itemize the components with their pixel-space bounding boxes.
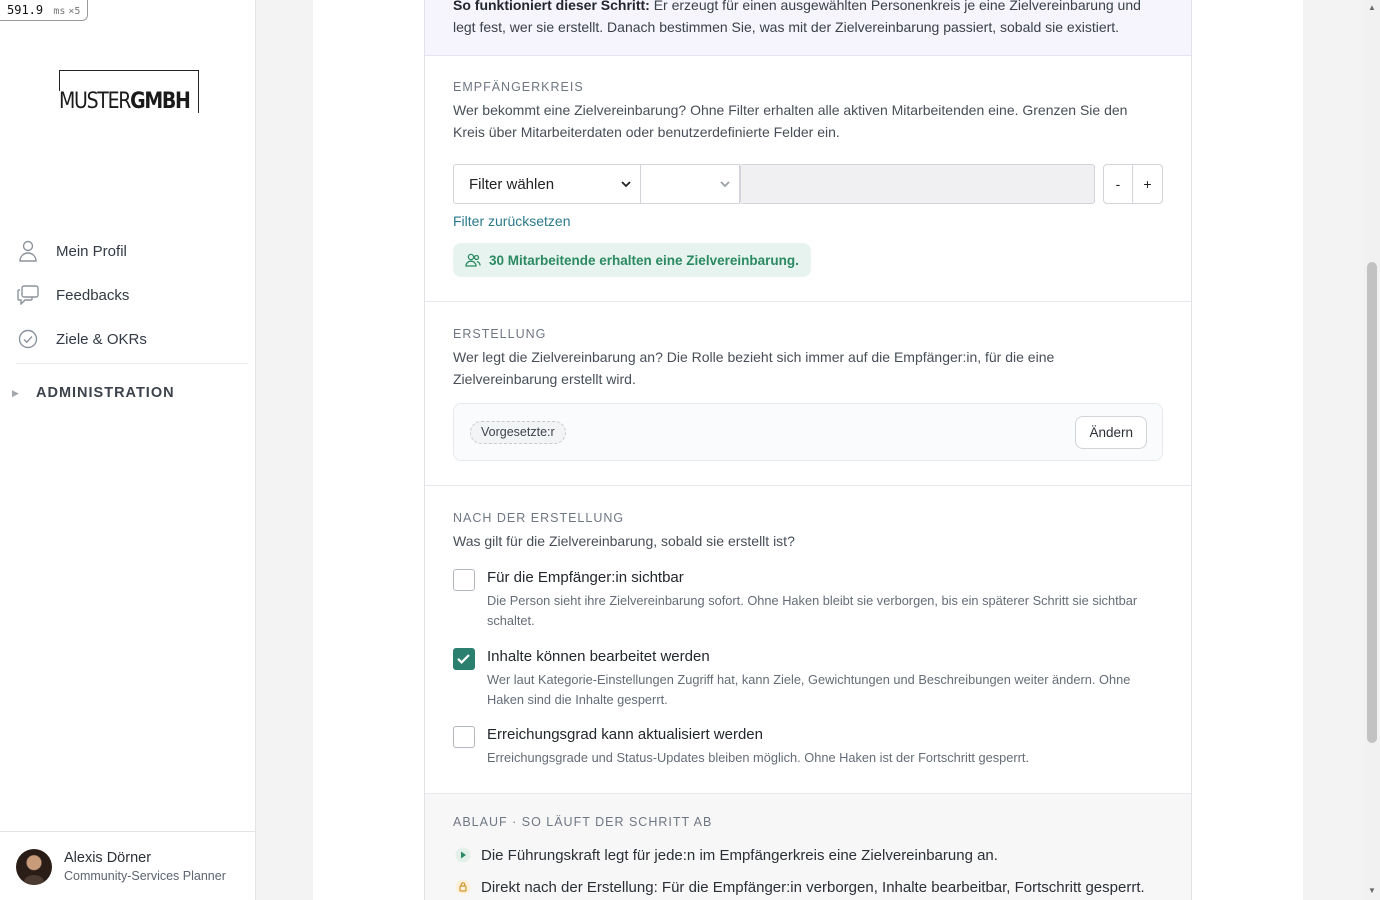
user-profile[interactable]: Alexis Dörner Community-Services Planner — [0, 831, 255, 900]
avatar — [16, 849, 52, 885]
creator-role-box: Vorgesetzte:r Ändern — [453, 403, 1163, 461]
filter-select-value: Filter wählen — [469, 175, 555, 193]
sidebar-item-feedbacks[interactable]: Feedbacks — [16, 277, 248, 313]
scrollbar-thumb[interactable] — [1367, 262, 1377, 743]
sidebar-section-label: ADMINISTRATION — [36, 385, 175, 401]
intro-bold: So funktioniert dieser Schritt: — [453, 0, 650, 13]
option-label: Inhalte können bearbeitet werden — [487, 648, 710, 665]
step-card: So funktioniert dieser Schritt: Er erzeu… — [424, 0, 1192, 900]
filter-stepper: - + — [1103, 164, 1163, 204]
expand-triangle-icon: ▶ — [12, 387, 19, 398]
play-icon — [453, 845, 473, 865]
lock-icon — [453, 877, 473, 897]
user-role: Community-Services Planner — [64, 869, 226, 883]
flow-step-text: Die Führungskraft legt für jede:n im Emp… — [481, 846, 998, 864]
logo-text-bold: GMBH — [130, 89, 191, 114]
perf-badge: 591.9 ms ×5 — [0, 0, 89, 21]
section-description: Was gilt für die Zielvereinbarung, sobal… — [453, 533, 795, 549]
option-description: Erreichungsgrade und Status-Updates blei… — [487, 750, 1030, 765]
change-role-button[interactable]: Ändern — [1075, 416, 1147, 449]
add-filter-button[interactable]: + — [1133, 165, 1162, 203]
scroll-up-icon[interactable]: ▲ — [1368, 3, 1376, 12]
visible-checkbox[interactable] — [453, 569, 475, 591]
logo-text: MUSTERGMBH — [59, 89, 194, 114]
flow-step-text: Direkt nach der Erstellung: Für die Empf… — [481, 878, 1145, 896]
sidebar-divider — [16, 363, 248, 364]
filter-value-input[interactable] — [740, 164, 1095, 204]
check-circle-icon — [16, 327, 40, 351]
option-description: Die Person sieht ihre Zielvereinbarung s… — [487, 593, 1138, 628]
sidebar-item-label: Ziele & OKRs — [56, 330, 147, 348]
chat-icon — [16, 283, 40, 307]
user-name: Alexis Dörner — [64, 850, 152, 866]
section-description: Wer bekommt eine Zielvereinbarung? Ohne … — [453, 102, 1128, 140]
person-icon — [16, 239, 40, 263]
checkmark-icon — [457, 654, 470, 664]
remove-filter-button[interactable]: - — [1104, 165, 1134, 203]
perf-multiplier: ×5 — [68, 6, 81, 17]
logo-text-light: MUSTER — [59, 89, 131, 114]
sidebar: MUSTERGMBH Mein Profil Feedbacks Ziele &… — [0, 0, 256, 900]
flow-section: ABLAUF · SO LÄUFT DER SCHRITT AB Die Füh… — [425, 794, 1191, 900]
sidebar-item-label: Mein Profil — [56, 242, 127, 260]
sidebar-section-administration[interactable]: ▶ ADMINISTRATION — [12, 381, 175, 405]
section-description: Wer legt die Zielvereinbarung an? Die Ro… — [453, 349, 1055, 387]
chevron-down-icon — [720, 181, 730, 188]
sidebar-item-label: Feedbacks — [56, 286, 130, 304]
reset-filter-link[interactable]: Filter zurücksetzen — [453, 213, 570, 229]
option-progress[interactable]: Erreichungsgrad kann aktualisiert werden… — [453, 726, 1163, 770]
perf-unit: ms — [53, 6, 66, 17]
scroll-down-icon[interactable]: ▼ — [1368, 886, 1376, 895]
perf-value: 591.9 — [7, 3, 44, 17]
progress-checkbox[interactable] — [453, 726, 475, 748]
option-editable[interactable]: Inhalte können bearbeitet werden Wer lau… — [453, 648, 1163, 712]
recipient-count-badge: 30 Mitarbeitende erhalten eine Zielverei… — [453, 243, 811, 277]
section-title: NACH DER ERSTELLUNG — [453, 511, 625, 525]
option-description: Wer laut Kategorie-Einstellungen Zugriff… — [487, 672, 1131, 707]
option-visible[interactable]: Für die Empfänger:in sichtbar Die Person… — [453, 569, 1163, 633]
option-label: Erreichungsgrad kann aktualisiert werden — [487, 726, 763, 743]
section-title: EMPFÄNGERKREIS — [453, 80, 584, 94]
flow-step: Direkt nach der Erstellung: Für die Empf… — [453, 877, 1145, 897]
users-icon — [465, 253, 481, 267]
page-scrollbar[interactable]: ▲ ▼ — [1364, 0, 1380, 900]
creator-role-tag: Vorgesetzte:r — [470, 421, 566, 444]
filter-select[interactable]: Filter wählen — [453, 164, 641, 204]
section-title: ERSTELLUNG — [453, 327, 547, 341]
editable-checkbox[interactable] — [453, 648, 475, 670]
intro-banner: So funktioniert dieser Schritt: Er erzeu… — [425, 0, 1191, 56]
sidebar-item-mein-profil[interactable]: Mein Profil — [16, 233, 248, 269]
flow-step: Die Führungskraft legt für jede:n im Emp… — [453, 845, 998, 865]
section-title: ABLAUF · SO LÄUFT DER SCHRITT AB — [453, 815, 713, 829]
sidebar-item-ziele-okrs[interactable]: Ziele & OKRs — [16, 321, 248, 357]
operator-select[interactable] — [640, 164, 740, 204]
chevron-down-icon — [621, 181, 631, 188]
option-label: Für die Empfänger:in sichtbar — [487, 569, 684, 586]
intro-text: So funktioniert dieser Schritt: Er erzeu… — [453, 0, 1153, 38]
recipient-count-text: 30 Mitarbeitende erhalten eine Zielverei… — [489, 252, 799, 268]
company-logo[interactable]: MUSTERGMBH — [59, 70, 199, 113]
